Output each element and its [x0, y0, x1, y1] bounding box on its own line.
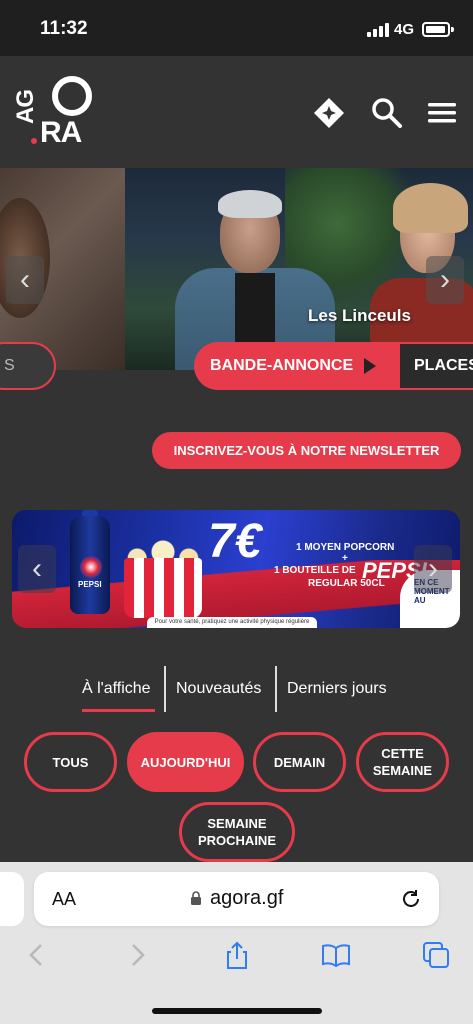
carousel-next-button[interactable]: › — [426, 256, 464, 304]
ad-prev-button[interactable]: ‹ — [18, 545, 56, 593]
tab-derniers-jours[interactable]: Derniers jours — [287, 680, 387, 698]
browser-toolbar: AA agora.gf — [0, 862, 473, 1024]
bottle-label: PEPSI — [78, 580, 102, 589]
play-icon — [364, 358, 376, 374]
promo-banner[interactable]: PEPSI 7€ 1 MOYEN POPCORN + 1 BOUTEILLE D… — [12, 510, 460, 628]
site-header: AG RA — [0, 56, 473, 168]
filter-aujourdhui[interactable]: AUJOURD'HUI — [127, 732, 244, 792]
newsletter-button[interactable]: INSCRIVEZ-VOUS À NOTRE NEWSLETTER — [152, 432, 461, 469]
reader-settings-button[interactable]: AA — [52, 889, 76, 910]
places-button[interactable]: PLACES — [400, 342, 473, 390]
forward-icon[interactable] — [122, 940, 152, 970]
url-text: agora.gf — [210, 887, 284, 909]
logo-dot — [31, 138, 37, 144]
address-bar[interactable]: AA agora.gf — [34, 872, 439, 926]
bookmarks-icon[interactable] — [321, 940, 351, 970]
tab-nouveautes[interactable]: Nouveautés — [176, 680, 261, 698]
agora-logo[interactable]: AG RA — [12, 76, 94, 150]
newsletter-label: INSCRIVEZ-VOUS À NOTRE NEWSLETTER — [173, 443, 440, 458]
logo-ring — [52, 76, 92, 116]
home-indicator — [152, 1008, 322, 1014]
ad-next-button[interactable]: › — [414, 545, 452, 593]
ad-plus: + — [342, 553, 348, 564]
previous-browser-tab[interactable] — [0, 872, 24, 926]
battery-icon — [422, 22, 450, 37]
listing-tabs: À l'affiche Nouveautés Derniers jours — [0, 666, 473, 714]
ad-price: 7€ — [208, 515, 262, 568]
back-icon[interactable] — [22, 940, 52, 970]
filter-cette-semaine[interactable]: CETTE SEMAINE — [356, 732, 449, 792]
tab-a-laffiche[interactable]: À l'affiche — [82, 680, 151, 698]
active-tab-indicator — [82, 709, 155, 712]
menu-icon[interactable] — [426, 96, 460, 130]
previous-slide-label: S — [4, 357, 15, 374]
pepsi-logo-icon — [80, 556, 102, 578]
hero-image[interactable] — [125, 168, 473, 370]
signal-icon — [367, 23, 389, 37]
lock-icon — [191, 891, 201, 905]
filter-semaine-prochaine[interactable]: SEMAINE PROCHAINE — [179, 802, 295, 862]
filter-tous[interactable]: TOUS — [24, 732, 117, 792]
logo-line1: AG — [12, 90, 39, 124]
network-label: 4G — [394, 21, 415, 38]
reload-icon[interactable] — [400, 888, 422, 910]
tabs-icon[interactable] — [421, 940, 451, 970]
filter-demain[interactable]: DEMAIN — [253, 732, 346, 792]
search-icon[interactable] — [370, 96, 404, 130]
hero-title: Les Linceuls — [308, 306, 411, 325]
ad-line1: 1 MOYEN POPCORN — [296, 542, 395, 553]
trailer-label: BANDE-ANNONCE — [210, 357, 354, 374]
places-label: PLACES — [414, 357, 473, 374]
previous-slide-ticket-button[interactable]: S — [0, 342, 56, 390]
ad-disclaimer: Pour votre santé, pratiquez une activité… — [147, 617, 317, 628]
hero-carousel: Les Linceuls ‹ › S BANDE-ANNONCE PLACES — [0, 168, 473, 392]
popcorn-image — [124, 558, 202, 618]
ad-line2: 1 BOUTEILLE DE — [274, 565, 356, 576]
ticket-icon[interactable] — [312, 96, 346, 130]
carousel-prev-button[interactable]: ‹ — [6, 256, 44, 304]
status-time: 11:32 — [40, 18, 88, 39]
share-icon[interactable] — [222, 940, 252, 970]
ad-line3: REGULAR 50CL — [308, 578, 385, 589]
status-bar: 11:32 4G — [0, 0, 473, 56]
logo-line2: RA — [40, 116, 82, 149]
